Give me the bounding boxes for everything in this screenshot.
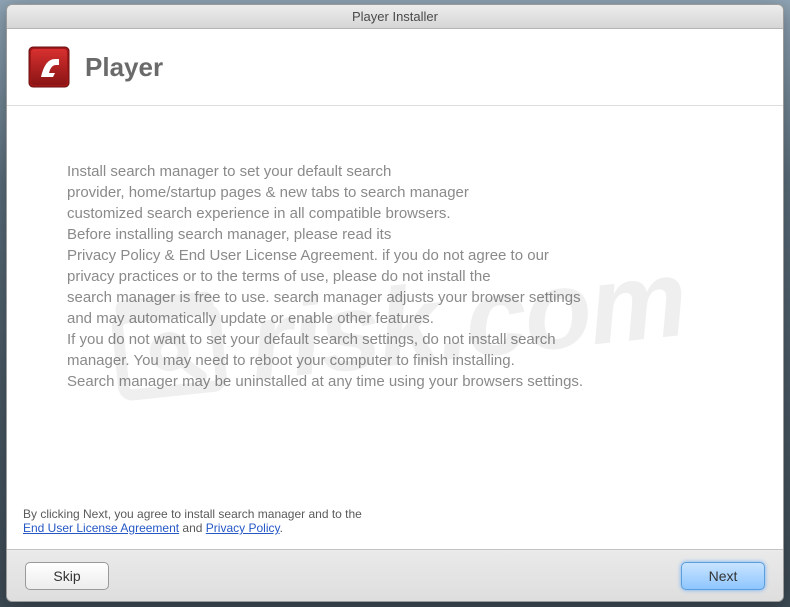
footer-and: and (179, 521, 206, 535)
agreement-text: By clicking Next, you agree to install s… (7, 497, 783, 549)
installer-window: Player Installer Player (6, 4, 784, 602)
titlebar: Player Installer (7, 5, 783, 29)
header: Player (7, 29, 783, 106)
body-line: If you do not want to set your default s… (67, 329, 723, 350)
footer-prefix: By clicking Next, you agree to install s… (23, 507, 362, 521)
body-line: search manager is free to use. search ma… (67, 287, 723, 308)
body-line: manager. You may need to reboot your com… (67, 350, 723, 371)
body-line: customized search experience in all comp… (67, 203, 723, 224)
body-text: Install search manager to set your defau… (7, 106, 783, 497)
body-line: Before installing search manager, please… (67, 224, 723, 245)
body-line: Privacy Policy & End User License Agreem… (67, 245, 723, 266)
app-title: Player (85, 52, 163, 83)
privacy-link[interactable]: Privacy Policy (206, 521, 280, 535)
body-line: privacy practices or to the terms of use… (67, 266, 723, 287)
eula-link[interactable]: End User License Agreement (23, 521, 179, 535)
body-line: provider, home/startup pages & new tabs … (67, 182, 723, 203)
window-title: Player Installer (352, 9, 438, 24)
body-line: and may automatically update or enable o… (67, 308, 723, 329)
flash-player-icon (27, 45, 71, 89)
next-button[interactable]: Next (681, 562, 765, 590)
body-line: Search manager may be uninstalled at any… (67, 371, 723, 392)
body-line: Install search manager to set your defau… (67, 161, 723, 182)
footer-suffix: . (280, 521, 283, 535)
content-area: risk.com Install search manager to set y… (7, 106, 783, 549)
button-bar: Skip Next (7, 549, 783, 601)
skip-button[interactable]: Skip (25, 562, 109, 590)
